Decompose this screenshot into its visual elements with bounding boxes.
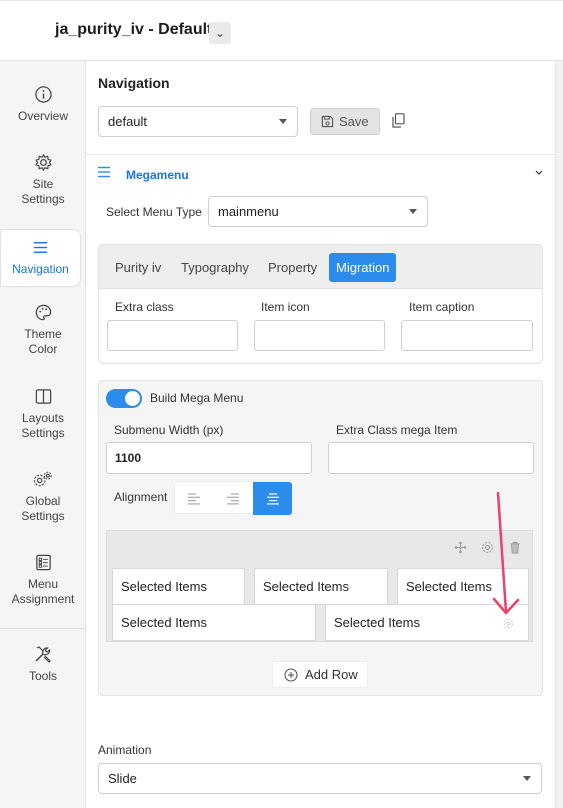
save-disk-icon bbox=[321, 115, 334, 128]
alignment-group bbox=[174, 481, 292, 515]
megamenu-divider bbox=[86, 154, 555, 155]
sidebar-item-label: Layouts Settings bbox=[21, 411, 65, 440]
item-icon-label: Item icon bbox=[261, 300, 310, 314]
top-bar: ja_purity_iv - Default ⌄ bbox=[0, 0, 563, 61]
grid-cell[interactable]: Selected Items bbox=[397, 568, 529, 605]
build-mega-menu-label: Build Mega Menu bbox=[150, 391, 244, 405]
sidebar-item-label: Tools bbox=[28, 669, 57, 683]
profile-select[interactable]: default bbox=[98, 106, 298, 137]
align-right-icon bbox=[227, 493, 239, 505]
animation-label: Animation bbox=[98, 743, 152, 757]
sidebar-item-navigation[interactable]: Navigation bbox=[0, 229, 81, 287]
sidebar-item-tools[interactable]: Tools bbox=[0, 644, 86, 684]
menu-type-select[interactable]: mainmenu bbox=[208, 196, 428, 227]
template-title: ja_purity_iv - Default bbox=[55, 21, 213, 38]
sidebar-item-layouts-settings[interactable]: Layouts Settings bbox=[0, 387, 86, 441]
mega-grid: Selected Items Selected Items Selected I… bbox=[106, 530, 533, 642]
profile-select-value: default bbox=[108, 114, 148, 129]
main-panel: Navigation default Save Megamenu Select … bbox=[86, 61, 555, 808]
extra-class-mega-label: Extra Class mega Item bbox=[336, 423, 458, 437]
align-center-button[interactable] bbox=[253, 482, 292, 515]
sidebar-item-site-settings[interactable]: Site Settings bbox=[0, 153, 86, 207]
sidebar-item-label: Site Settings bbox=[21, 177, 65, 206]
sidebar-item-global-settings[interactable]: Global Settings bbox=[0, 470, 86, 524]
palette-icon bbox=[35, 304, 51, 321]
tab-content: Extra class Item icon Item caption bbox=[99, 289, 542, 362]
grid-cell[interactable]: Selected Items bbox=[254, 568, 388, 605]
menu-type-value: mainmenu bbox=[218, 204, 279, 219]
sidebar-item-menu-assignment[interactable]: Menu Assignment bbox=[0, 553, 86, 607]
hamburger-menu-icon bbox=[98, 166, 110, 178]
section-title: Navigation bbox=[98, 75, 170, 91]
plus-circle-icon bbox=[284, 668, 298, 682]
tab-purity-iv[interactable]: Purity iv bbox=[108, 253, 168, 282]
tabs-bar: Purity iv Typography Property Migration bbox=[99, 245, 542, 289]
tab-typography[interactable]: Typography bbox=[174, 253, 256, 282]
align-right-button[interactable] bbox=[214, 482, 252, 515]
sidebar: Overview Site Settings Navigation Theme … bbox=[0, 61, 86, 808]
build-mega-menu-toggle[interactable] bbox=[106, 389, 142, 408]
menu-type-label: Select Menu Type bbox=[106, 205, 202, 219]
sidebar-item-label: Overview bbox=[17, 109, 68, 123]
tab-property[interactable]: Property bbox=[261, 253, 324, 282]
align-left-button[interactable] bbox=[175, 482, 213, 515]
animation-value: Slide bbox=[108, 771, 137, 786]
extra-class-mega-input[interactable] bbox=[328, 442, 534, 474]
megamenu-title[interactable]: Megamenu bbox=[126, 168, 189, 182]
save-button-label: Save bbox=[339, 114, 369, 129]
submenu-width-label: Submenu Width (px) bbox=[114, 423, 224, 437]
scrollbar[interactable] bbox=[555, 61, 563, 808]
extra-class-label: Extra class bbox=[115, 300, 174, 314]
chevron-down-icon bbox=[523, 775, 531, 781]
sidebar-item-overview[interactable]: Overview bbox=[0, 85, 86, 124]
wrench-screwdriver-icon bbox=[35, 646, 51, 663]
tab-migration[interactable]: Migration bbox=[329, 253, 397, 282]
gear-icon bbox=[34, 153, 52, 172]
columns-layout-icon bbox=[35, 389, 51, 404]
copy-icon[interactable] bbox=[392, 113, 405, 128]
top-divider bbox=[0, 0, 563, 5]
hamburger-menu-icon bbox=[33, 242, 48, 253]
info-circle-icon bbox=[34, 86, 52, 103]
item-settings-card: Purity iv Typography Property Migration … bbox=[98, 244, 543, 364]
chevron-down-icon bbox=[409, 208, 417, 214]
extra-class-input[interactable] bbox=[107, 320, 238, 351]
grid-cell[interactable]: Selected Items bbox=[325, 604, 529, 641]
template-dropdown-toggle[interactable]: ⌄ bbox=[209, 22, 231, 44]
add-row-label: Add Row bbox=[305, 667, 358, 682]
sidebar-item-label: Menu Assignment bbox=[11, 577, 75, 606]
add-row-button[interactable]: Add Row bbox=[272, 661, 368, 688]
double-gear-icon bbox=[33, 471, 52, 487]
save-button[interactable]: Save bbox=[310, 108, 380, 135]
trash-icon[interactable] bbox=[509, 541, 521, 554]
item-icon-input[interactable] bbox=[254, 320, 385, 351]
align-left-icon bbox=[188, 493, 200, 505]
grid-cell[interactable]: Selected Items bbox=[112, 568, 245, 605]
item-caption-label: Item caption bbox=[409, 300, 475, 314]
checklist-icon bbox=[35, 554, 51, 571]
sidebar-item-label: Navigation bbox=[12, 262, 69, 276]
move-icon[interactable] bbox=[454, 541, 467, 554]
sidebar-divider bbox=[0, 628, 86, 629]
alignment-label: Alignment bbox=[114, 490, 168, 504]
animation-select[interactable]: Slide bbox=[98, 763, 542, 794]
grid-cell[interactable]: Selected Items bbox=[112, 604, 316, 641]
chevron-down-icon bbox=[279, 118, 287, 124]
submenu-width-input[interactable]: 1100 bbox=[106, 442, 312, 474]
item-caption-input[interactable] bbox=[401, 320, 533, 351]
gear-icon[interactable] bbox=[481, 541, 494, 554]
chevron-down-icon[interactable] bbox=[534, 169, 544, 177]
sidebar-item-theme-color[interactable]: Theme Color bbox=[0, 303, 86, 357]
gear-icon[interactable] bbox=[503, 618, 514, 629]
align-center-icon bbox=[267, 493, 279, 505]
sidebar-item-label: Global Settings bbox=[21, 494, 65, 523]
sidebar-item-label: Theme Color bbox=[24, 327, 62, 356]
